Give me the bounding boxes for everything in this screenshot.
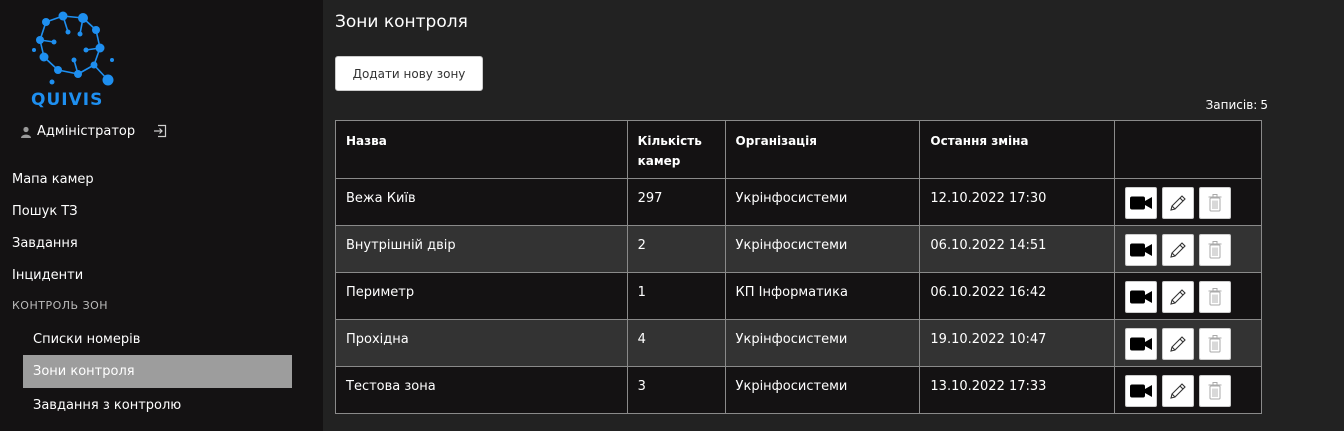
col-header-name[interactable]: Назва: [335, 120, 628, 179]
sidebar: QUIVIS Адміністратор Мапа камер Пошук ТЗ…: [0, 0, 323, 431]
cell-last-change: 13.10.2022 17:33: [919, 366, 1116, 414]
col-header-last-change[interactable]: Остання зміна: [919, 120, 1116, 179]
view-cameras-button[interactable]: [1125, 375, 1158, 407]
nav-subitem-number-lists[interactable]: Списки номерів: [23, 323, 292, 356]
camera-icon: [1130, 290, 1153, 304]
cell-actions: [1114, 178, 1262, 226]
table-row[interactable]: Прохідна 4 Укрінфосистеми 19.10.2022 10:…: [335, 319, 1262, 367]
camera-icon: [1130, 337, 1153, 351]
cell-organization: Укрінфосистеми: [724, 178, 921, 226]
nav-item-vehicle-search[interactable]: Пошук ТЗ: [12, 204, 78, 219]
cell-cameras: 4: [626, 319, 726, 367]
trash-icon: [1208, 382, 1222, 400]
cell-last-change: 06.10.2022 14:51: [919, 225, 1116, 273]
page-title: Зони контроля: [335, 12, 468, 32]
view-cameras-button[interactable]: [1125, 328, 1158, 360]
nav-subitem-control-zones[interactable]: Зони контроля: [23, 355, 292, 388]
table-row[interactable]: Вежа Київ 297 Укрінфосистеми 12.10.2022 …: [335, 178, 1262, 226]
table-row[interactable]: Тестова зона 3 Укрінфосистеми 13.10.2022…: [335, 366, 1262, 414]
cell-cameras: 2: [626, 225, 726, 273]
delete-zone-button[interactable]: [1199, 187, 1232, 219]
cell-name: Вежа Київ: [335, 178, 628, 226]
brand-name: QUIVIS: [31, 90, 104, 110]
cell-last-change: 12.10.2022 17:30: [919, 178, 1116, 226]
cell-cameras: 297: [626, 178, 726, 226]
add-zone-button[interactable]: Додати нову зону: [335, 56, 483, 91]
camera-icon: [1130, 384, 1153, 398]
cell-actions: [1114, 272, 1262, 320]
cell-name: Прохідна: [335, 319, 628, 367]
nav-section-zone-control: КОНТРОЛЬ ЗОН: [12, 299, 109, 312]
camera-icon: [1130, 243, 1153, 257]
main-content: Зони контроля Додати нову зону Записів: 5…: [323, 0, 1344, 431]
delete-zone-button[interactable]: [1199, 375, 1232, 407]
trash-icon: [1208, 335, 1222, 353]
cell-name: Периметр: [335, 272, 628, 320]
user-name: Адміністратор: [37, 124, 136, 139]
cell-cameras: 3: [626, 366, 726, 414]
zones-table: Назва Кількість камер Організація Останн…: [335, 120, 1262, 414]
edit-zone-button[interactable]: [1162, 375, 1195, 407]
nav-item-tasks[interactable]: Завдання: [12, 236, 78, 251]
cell-name: Внутрішній двір: [335, 225, 628, 273]
cell-last-change: 06.10.2022 16:42: [919, 272, 1116, 320]
trash-icon: [1208, 241, 1222, 259]
cell-organization: Укрінфосистеми: [724, 319, 921, 367]
table-row[interactable]: Внутрішній двір 2 Укрінфосистеми 06.10.2…: [335, 225, 1262, 273]
quivis-logo-icon: [32, 11, 114, 86]
cell-organization: Укрінфосистеми: [724, 225, 921, 273]
logout-icon[interactable]: [153, 124, 167, 138]
cell-actions: [1114, 319, 1262, 367]
col-header-cameras[interactable]: Кількість камер: [626, 120, 726, 179]
cell-organization: Укрінфосистеми: [724, 366, 921, 414]
col-header-organization[interactable]: Організація: [724, 120, 921, 179]
cell-name: Тестова зона: [335, 366, 628, 414]
cell-actions: [1114, 225, 1262, 273]
pencil-icon: [1170, 383, 1187, 399]
view-cameras-button[interactable]: [1125, 234, 1158, 266]
table-header-row: Назва Кількість камер Організація Останн…: [335, 120, 1262, 179]
nav-item-incidents[interactable]: Інциденти: [12, 268, 83, 283]
view-cameras-button[interactable]: [1125, 281, 1158, 313]
records-count: Записів: 5: [1203, 98, 1268, 112]
delete-zone-button[interactable]: [1199, 281, 1232, 313]
cell-organization: КП Інформатика: [724, 272, 921, 320]
cell-actions: [1114, 366, 1262, 414]
camera-icon: [1130, 196, 1153, 210]
table-row[interactable]: Периметр 1 КП Інформатика 06.10.2022 16:…: [335, 272, 1262, 320]
pencil-icon: [1170, 242, 1187, 258]
nav-item-camera-map[interactable]: Мапа камер: [12, 172, 94, 187]
col-header-actions: [1114, 120, 1262, 179]
cell-last-change: 19.10.2022 10:47: [919, 319, 1116, 367]
trash-icon: [1208, 194, 1222, 212]
records-value: 5: [1260, 98, 1268, 112]
edit-zone-button[interactable]: [1162, 187, 1195, 219]
trash-icon: [1208, 288, 1222, 306]
pencil-icon: [1170, 336, 1187, 352]
delete-zone-button[interactable]: [1199, 234, 1232, 266]
user-icon: [21, 126, 31, 138]
pencil-icon: [1170, 289, 1187, 305]
pencil-icon: [1170, 195, 1187, 211]
records-label: Записів:: [1205, 98, 1258, 112]
edit-zone-button[interactable]: [1162, 328, 1195, 360]
edit-zone-button[interactable]: [1162, 234, 1195, 266]
nav-subitem-control-tasks[interactable]: Завдання з контролю: [23, 389, 292, 422]
delete-zone-button[interactable]: [1199, 328, 1232, 360]
current-user[interactable]: Адміністратор: [20, 124, 135, 139]
view-cameras-button[interactable]: [1125, 187, 1158, 219]
edit-zone-button[interactable]: [1162, 281, 1195, 313]
cell-cameras: 1: [626, 272, 726, 320]
brand-logo[interactable]: QUIVIS: [28, 10, 118, 110]
